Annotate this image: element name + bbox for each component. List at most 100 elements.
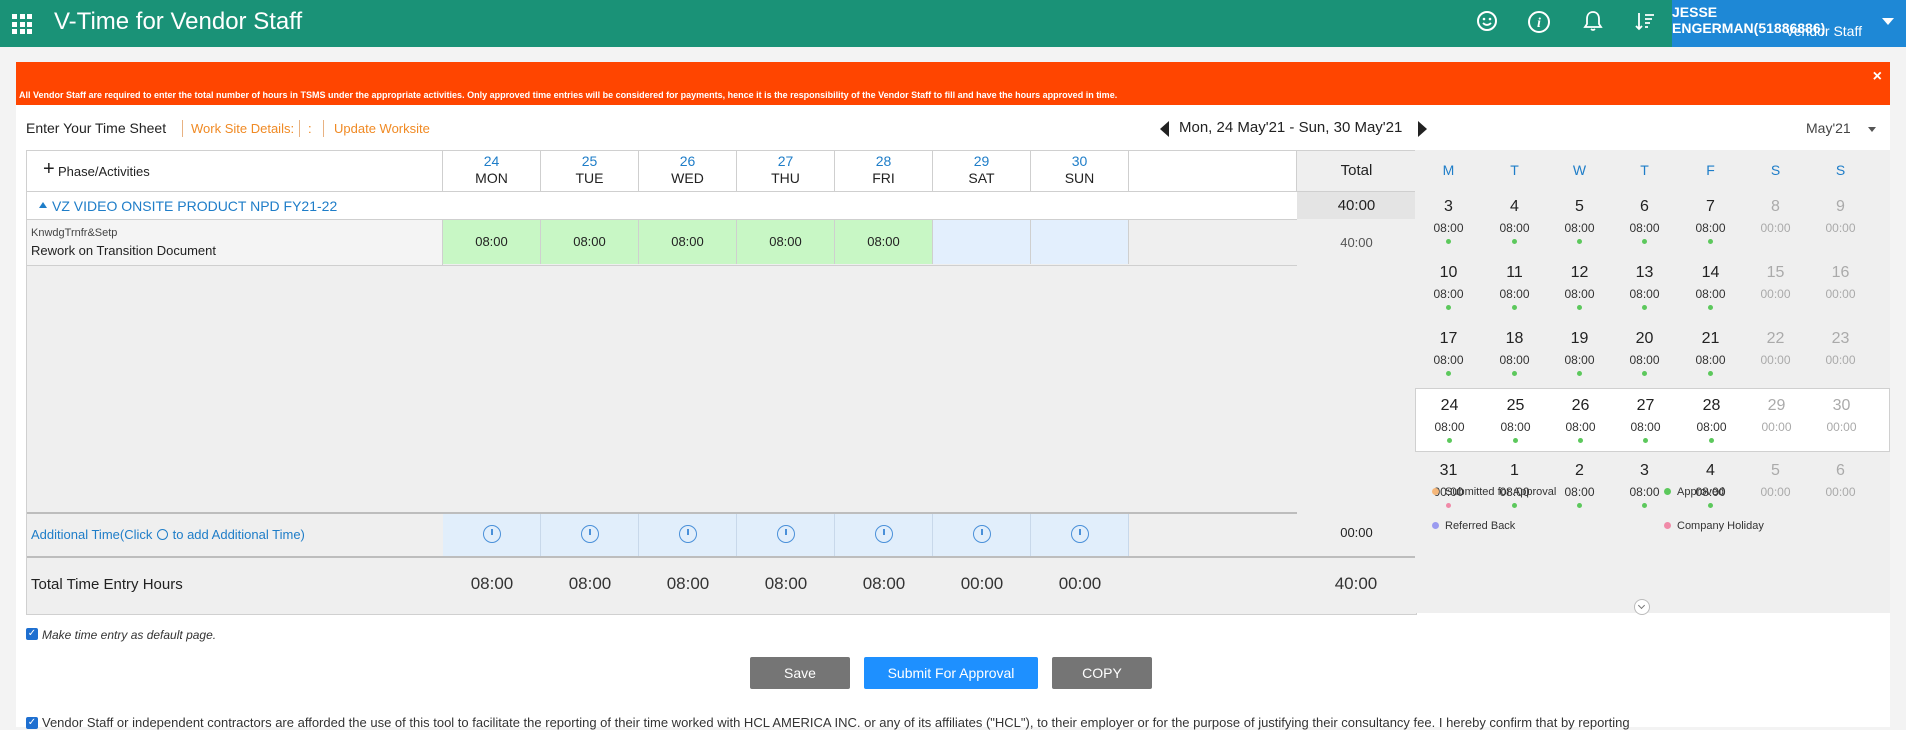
collapse-icon[interactable] [39, 202, 47, 208]
calendar-day-hours: 08:00 [1564, 221, 1595, 235]
day-header-wed: 26 WED [639, 151, 737, 192]
calendar-week[interactable]: 10 08:00 11 08:00 12 08:00 13 08:00 14 08:00 15 00:… [1415, 256, 1890, 320]
calendar-day[interactable]: 19 08:00 [1546, 322, 1613, 386]
additional-cell-mon[interactable] [443, 514, 541, 556]
calendar-day[interactable]: 28 08:00 [1678, 389, 1745, 453]
calendar-week[interactable]: 24 08:00 25 08:00 26 08:00 27 08:00 28 08:00 29 00:… [1415, 388, 1890, 452]
month-select[interactable]: May'21 [1806, 120, 1851, 136]
time-cell-mon[interactable]: 08:00 [443, 220, 541, 264]
submit-button[interactable]: Submit For Approval [864, 657, 1038, 689]
calendar-day[interactable]: 5 08:00 [1546, 190, 1613, 254]
calendar-day[interactable]: 22 00:00 [1742, 322, 1809, 386]
smiley-icon[interactable] [1474, 10, 1500, 36]
clock-icon[interactable] [679, 525, 697, 543]
calendar-day[interactable]: 15 00:00 [1742, 256, 1809, 320]
prev-week-icon[interactable] [1160, 121, 1169, 137]
calendar-day[interactable]: 4 08:00 [1481, 190, 1548, 254]
calendar-day-number: 3 [1640, 462, 1649, 479]
calendar-day[interactable]: 6 00:00 [1807, 454, 1874, 518]
clock-icon[interactable] [777, 525, 795, 543]
calendar-day[interactable]: 16 00:00 [1807, 256, 1874, 320]
sort-icon[interactable] [1632, 10, 1658, 36]
chevron-down-icon[interactable] [1882, 18, 1894, 25]
update-worksite-link[interactable]: Update Worksite [334, 121, 430, 136]
status-dot [1642, 239, 1647, 244]
calendar-day[interactable]: 14 08:00 [1677, 256, 1744, 320]
additional-cell-thu[interactable] [737, 514, 835, 556]
calendar-day[interactable]: 6 08:00 [1611, 190, 1678, 254]
disclaimer-checkbox[interactable]: ✓ [26, 717, 38, 729]
calendar-day[interactable]: 23 00:00 [1807, 322, 1874, 386]
time-cell-wed[interactable]: 08:00 [639, 220, 737, 264]
calendar-day-hours: 08:00 [1564, 287, 1595, 301]
calendar-day[interactable]: 13 08:00 [1611, 256, 1678, 320]
legend-submitted: Submitted for Approval [1432, 486, 1556, 498]
calendar-day[interactable]: 17 08:00 [1415, 322, 1482, 386]
calendar-day[interactable]: 24 08:00 [1416, 389, 1483, 453]
status-dot [1664, 488, 1671, 495]
calendar-day[interactable]: 3 08:00 [1415, 190, 1482, 254]
calendar-day[interactable]: 30 00:00 [1808, 389, 1875, 453]
time-cell-tue[interactable]: 08:00 [541, 220, 639, 264]
calendar-day[interactable]: 7 08:00 [1677, 190, 1744, 254]
status-dot [1512, 305, 1517, 310]
apps-grid-icon[interactable] [12, 14, 32, 34]
calendar-day[interactable]: 26 08:00 [1547, 389, 1614, 453]
time-cell-sat[interactable] [933, 220, 1031, 264]
work-site-link[interactable]: Work Site Details: [191, 121, 294, 136]
clock-icon[interactable] [581, 525, 599, 543]
clock-icon[interactable] [875, 525, 893, 543]
save-button[interactable]: Save [750, 657, 850, 689]
calendar-day-hours: 00:00 [1760, 287, 1791, 301]
bell-icon[interactable] [1580, 10, 1606, 36]
project-name[interactable]: VZ VIDEO ONSITE PRODUCT NPD FY21-22 [52, 198, 337, 214]
total-header: Total [1297, 151, 1416, 192]
time-cell-thu[interactable]: 08:00 [737, 220, 835, 264]
week-range: Mon, 24 May'21 - Sun, 30 May'21 [1179, 119, 1403, 136]
calendar-day-number: 22 [1766, 330, 1785, 347]
calendar-week[interactable]: 17 08:00 18 08:00 19 08:00 20 08:00 21 08:00 22 00:… [1415, 322, 1890, 386]
time-cell-fri[interactable]: 08:00 [835, 220, 933, 264]
status-dot [1577, 305, 1582, 310]
activity-code: KnwdgTrnfr&Setp [31, 227, 118, 239]
chevron-down-icon[interactable] [1868, 127, 1876, 132]
additional-time-link[interactable]: Additional Time(Click to add Additional … [31, 527, 305, 542]
additional-cell-wed[interactable] [639, 514, 737, 556]
calendar-day-number: 27 [1636, 397, 1655, 414]
project-row[interactable]: VZ VIDEO ONSITE PRODUCT NPD FY21-22 [27, 192, 1297, 220]
calendar-day[interactable]: 11 08:00 [1481, 256, 1548, 320]
copy-button[interactable]: COPY [1052, 657, 1152, 689]
calendar-day[interactable]: 12 08:00 [1546, 256, 1613, 320]
calendar-day[interactable]: 5 00:00 [1742, 454, 1809, 518]
additional-cell-sun[interactable] [1031, 514, 1129, 556]
clock-icon[interactable] [483, 525, 501, 543]
next-week-icon[interactable] [1418, 121, 1427, 137]
additional-cell-fri[interactable] [835, 514, 933, 556]
calendar-day[interactable]: 27 08:00 [1612, 389, 1679, 453]
day-header-sat: 29 SAT [933, 151, 1031, 192]
calendar-day-hours: 08:00 [1695, 287, 1726, 301]
calendar-day-hours: 00:00 [1760, 353, 1791, 367]
calendar-day[interactable]: 10 08:00 [1415, 256, 1482, 320]
clock-icon[interactable] [973, 525, 991, 543]
user-menu[interactable]: JESSE ENGERMAN(51886886) Vendor Staff [1672, 0, 1906, 47]
expand-icon[interactable] [1634, 599, 1650, 615]
additional-cell-tue[interactable] [541, 514, 639, 556]
cal-header-wed: W [1572, 162, 1587, 178]
additional-cell-sat[interactable] [933, 514, 1031, 556]
calendar-day[interactable]: 20 08:00 [1611, 322, 1678, 386]
calendar-day-number: 31 [1439, 462, 1458, 479]
calendar-day[interactable]: 8 00:00 [1742, 190, 1809, 254]
default-page-checkbox[interactable]: ✓ [26, 628, 38, 640]
clock-icon[interactable] [1071, 525, 1089, 543]
calendar-week[interactable]: 3 08:00 4 08:00 5 08:00 6 08:00 7 08:00 8 00:00 9 00:… [1415, 190, 1890, 254]
calendar-day[interactable]: 18 08:00 [1481, 322, 1548, 386]
time-cell-sun[interactable] [1031, 220, 1129, 264]
info-icon[interactable]: i [1526, 10, 1552, 36]
calendar-day[interactable]: 9 00:00 [1807, 190, 1874, 254]
calendar-day[interactable]: 21 08:00 [1677, 322, 1744, 386]
calendar-day[interactable]: 25 08:00 [1482, 389, 1549, 453]
plus-icon[interactable]: + [43, 159, 55, 179]
close-icon[interactable]: × [1873, 68, 1882, 86]
calendar-day[interactable]: 29 00:00 [1743, 389, 1810, 453]
